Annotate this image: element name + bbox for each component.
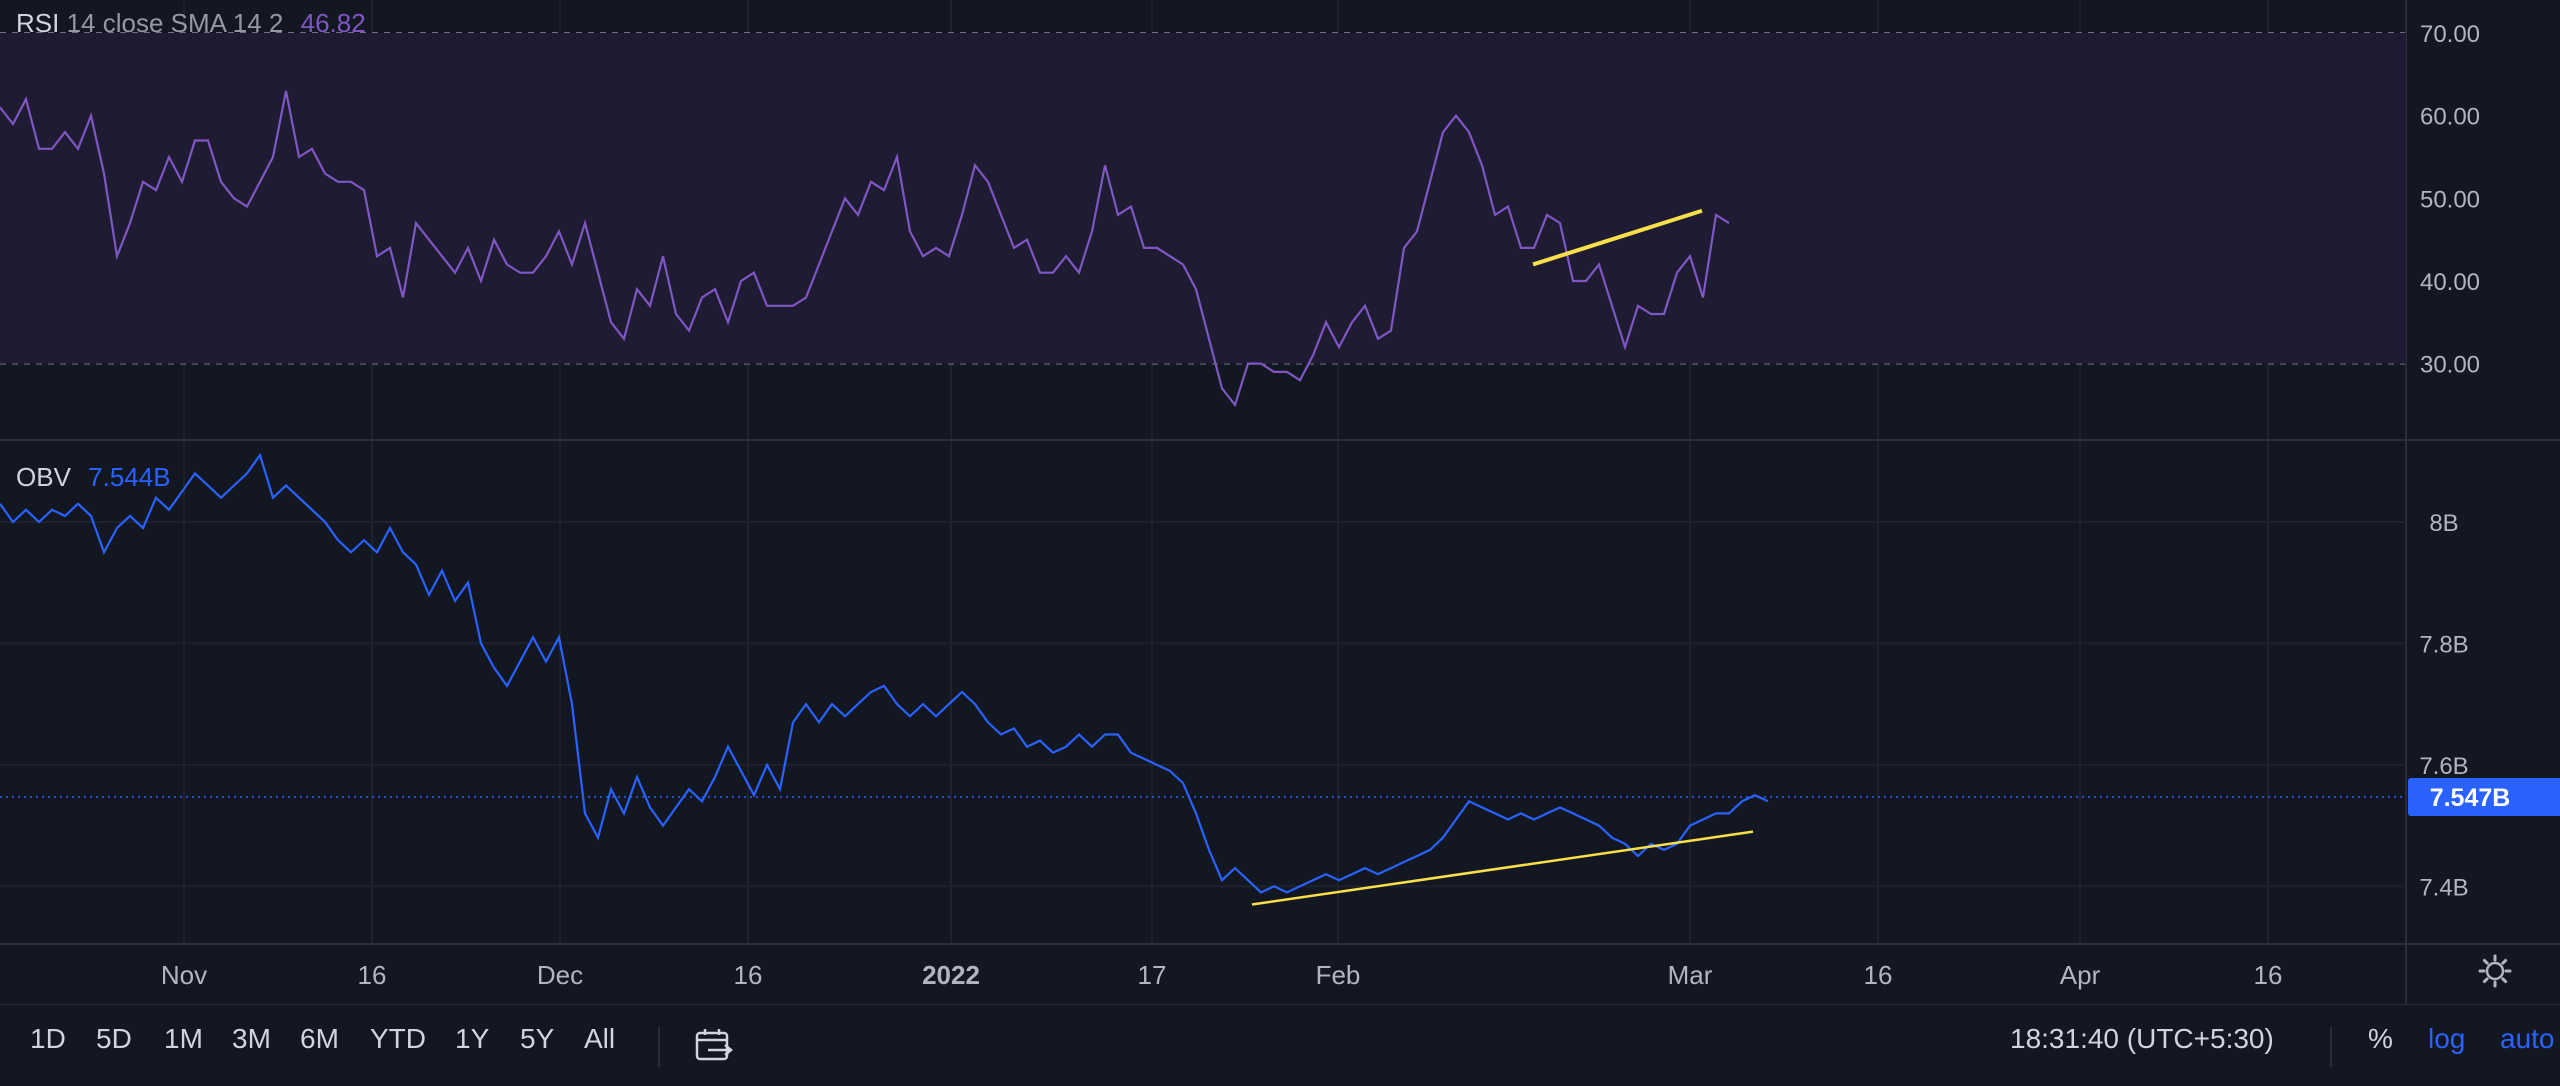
range-ytd-button[interactable]: YTD: [370, 1023, 426, 1055]
rsi-y-tick-label: 60.00: [2420, 104, 2480, 131]
x-tick-label: 16: [358, 960, 387, 990]
gear-icon[interactable]: [2477, 953, 2513, 989]
obv-y-tick-label: 7.6B: [2419, 753, 2468, 780]
rsi-legend-name: RSI: [16, 8, 60, 38]
rsi-y-tick-label: 30.00: [2420, 352, 2480, 379]
rsi-y-tick-label: 50.00: [2420, 186, 2480, 213]
range-1d-button[interactable]: 1D: [30, 1023, 66, 1055]
x-tick-label: Nov: [161, 960, 207, 990]
x-tick-label: Feb: [1316, 960, 1361, 990]
range-1y-button[interactable]: 1Y: [455, 1023, 489, 1055]
range-all-button[interactable]: All: [584, 1023, 615, 1055]
rsi-legend-params: 14 close SMA 14 2: [66, 8, 284, 38]
chart-area[interactable]: Nov 16 Dec 16 2022 17 Feb Mar 16 Apr 16 70.00 60.00 5…: [0, 0, 2560, 1004]
x-tick-label: 2022: [922, 960, 980, 990]
obv-legend[interactable]: OBV 7.544B: [16, 462, 171, 493]
obv-y-tick-label: 7.4B: [2419, 874, 2468, 901]
range-1m-button[interactable]: 1M: [164, 1023, 203, 1055]
x-tick-label: Apr: [2060, 960, 2101, 990]
clock-time[interactable]: 18:31:40 (UTC+5:30): [2010, 1023, 2274, 1055]
obv-y-tick-label: 7.8B: [2419, 631, 2468, 658]
obv-price-label: 7.547B: [2430, 784, 2511, 812]
percent-toggle[interactable]: %: [2368, 1023, 2393, 1055]
rsi-legend-value: 46.82: [300, 8, 366, 38]
obv-legend-name: OBV: [16, 462, 71, 492]
auto-toggle[interactable]: auto: [2500, 1023, 2555, 1055]
obv-legend-value: 7.544B: [88, 462, 171, 492]
x-tick-label: 16: [1864, 960, 1893, 990]
toolbar-divider: [658, 1027, 660, 1067]
range-3m-button[interactable]: 3M: [232, 1023, 271, 1055]
x-tick-label: Dec: [537, 960, 583, 990]
range-6m-button[interactable]: 6M: [300, 1023, 339, 1055]
rsi-legend[interactable]: RSI 14 close SMA 14 2 46.82: [16, 8, 366, 39]
obv-trendline: [1251, 830, 1754, 906]
calendar-range-icon[interactable]: [694, 1027, 734, 1065]
toolbar-divider: [2330, 1027, 2332, 1067]
rsi-y-tick-label: 70.00: [2420, 21, 2480, 48]
x-tick-label: Mar: [1668, 960, 1713, 990]
range-5y-button[interactable]: 5Y: [520, 1023, 554, 1055]
x-tick-label: 17: [1138, 960, 1167, 990]
range-5d-button[interactable]: 5D: [96, 1023, 132, 1055]
x-tick-label: 16: [2254, 960, 2283, 990]
bottom-toolbar: 1D 5D 1M 3M 6M YTD 1Y 5Y All 18:31:40 (U…: [0, 1004, 2560, 1086]
rsi-y-tick-label: 40.00: [2420, 269, 2480, 296]
log-toggle[interactable]: log: [2428, 1023, 2465, 1055]
x-tick-label: 16: [734, 960, 763, 990]
obv-y-tick-label: 8B: [2429, 510, 2458, 537]
obv-line: [0, 452, 1769, 894]
rsi-pane: [0, 33, 2406, 408]
